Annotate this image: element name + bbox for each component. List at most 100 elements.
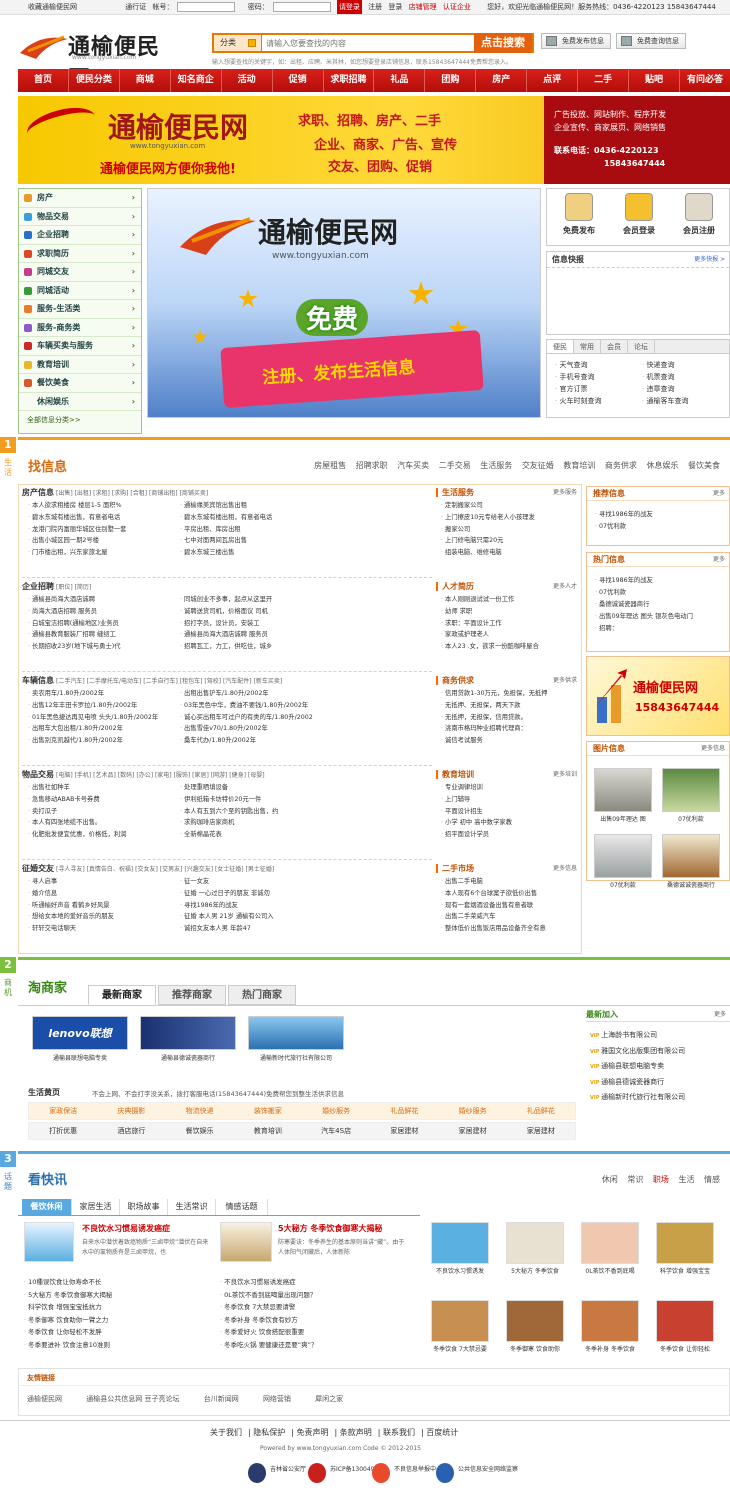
feature-title[interactable]: 不良饮水习惯易诱发癌症	[82, 1223, 170, 1234]
news-thumb[interactable]: 5大秘方 冬季饮食	[505, 1222, 565, 1275]
quick-link[interactable]: 天气查询	[555, 360, 642, 370]
category-item[interactable]: 房产 ›	[19, 189, 141, 208]
nav-item[interactable]: 点评	[527, 69, 579, 92]
free-post-action[interactable]: 免费发布	[549, 193, 609, 236]
category-item[interactable]: 服务-生活类 ›	[19, 300, 141, 319]
info-link[interactable]: 七中对面两间瓦房出售	[180, 535, 332, 547]
info-link[interactable]: 急售移动ABAB卡号券费	[28, 794, 180, 806]
info-link[interactable]: 碧水东城有楼出售，有意者电话	[28, 512, 180, 524]
info-link[interactable]: 出售社如种羊	[28, 782, 180, 794]
category-item[interactable]: 教育培训 ›	[19, 356, 141, 374]
info-link[interactable]: 求职：平面设计工作	[436, 618, 580, 630]
merchant-logo[interactable]: 通榆县德诚瓷器商行	[138, 1016, 238, 1062]
news-link[interactable]: 冬季要进补 饮食注意10准则	[24, 1339, 214, 1352]
info-link[interactable]: 搬家公司	[436, 524, 580, 536]
section-tab[interactable]: 情感	[704, 1175, 720, 1184]
info-link[interactable]: 家政或护理老人	[436, 629, 580, 641]
info-link[interactable]: 平房出租、库房出租	[180, 524, 332, 536]
news-thumb[interactable]: 科学饮食 增强宝宝	[655, 1222, 715, 1275]
info-link[interactable]: 寻找1986年的战友	[180, 900, 332, 912]
info-link[interactable]: 01年黑色捷达再见电喷 头头/1.80升/2002年	[28, 712, 180, 724]
more-link[interactable]: 更多	[713, 553, 725, 567]
news-thumb[interactable]: 冬季御寒 饮食助你	[505, 1300, 565, 1353]
more-link[interactable]: 更多	[713, 487, 725, 501]
info-link[interactable]: 出售小城区园一期2号楼	[28, 535, 180, 547]
category-item[interactable]: 车辆买卖与服务 ›	[19, 337, 141, 356]
merchant-link[interactable]: VIP 上海龄书有限公司	[590, 1028, 730, 1044]
yellow-page-link[interactable]: 酒店旅行	[97, 1123, 165, 1139]
nav-item[interactable]: 贴吧	[629, 69, 680, 92]
report-badge[interactable]: 不良信息举报中心	[370, 1461, 442, 1487]
section-tab[interactable]: 生活服务	[480, 461, 512, 470]
yellow-page-link[interactable]: 婚纱服务	[439, 1103, 507, 1119]
free-query-button[interactable]: 免费查询信息	[616, 33, 686, 49]
nav-item[interactable]: 首页	[18, 69, 69, 92]
section-tab[interactable]: 休闲	[602, 1175, 618, 1184]
info-link[interactable]: 征婚 本人男 21岁 通榆有公司入	[180, 911, 332, 923]
merchant-link[interactable]: VIP 通榆县德诚瓷器商行	[590, 1075, 730, 1091]
info-link[interactable]: 上门修电脑只需20元	[436, 535, 580, 547]
info-link[interactable]: 出售12年丰田卡罗拉/1.80升/2002年	[28, 700, 180, 712]
news-tab[interactable]: 家居生活	[72, 1199, 120, 1215]
news-thumb[interactable]: 0L茶饮不香到底喝	[580, 1222, 640, 1275]
member-register-action[interactable]: 会员注册	[669, 193, 729, 236]
info-link[interactable]: 招聘瓦工，力工，供吃住，城乡	[180, 641, 332, 653]
yellow-page-link[interactable]: 庆典摄影	[97, 1103, 165, 1119]
info-link[interactable]: 招聘：	[587, 623, 729, 635]
nav-item[interactable]: 促销	[273, 69, 324, 92]
news-tab[interactable]: 生活常识	[168, 1199, 216, 1215]
nav-item[interactable]: 团购	[425, 69, 477, 92]
info-link[interactable]: 上门擦皮10元专给老人小孩理发	[436, 512, 580, 524]
info-link[interactable]: 诚心买出租车可过户的有类的车/1.80升/2002	[180, 712, 332, 724]
info-link[interactable]: 全新棉晶花表	[180, 829, 332, 841]
quick-link[interactable]: 官方订票	[555, 384, 642, 394]
friend-link[interactable]: 犀闲之家	[315, 1395, 343, 1403]
nav-item[interactable]: 礼品	[374, 69, 426, 92]
site-logo[interactable]: 通榆便民网 www.tongyuxian.com	[18, 27, 178, 92]
yellow-page-link[interactable]: 打折优惠	[29, 1123, 97, 1139]
footer-link[interactable]: 隐私保护	[253, 1428, 285, 1437]
info-link[interactable]: 通榆缘美宾馆出售出租	[180, 500, 332, 512]
info-link[interactable]: 07优利款	[587, 521, 729, 533]
yellow-page-link[interactable]: 礼品鲜花	[370, 1103, 438, 1119]
info-link[interactable]: 龙港门院内富丽华城区住别墅一套	[28, 524, 180, 536]
picture-item[interactable]: 07优利款	[661, 768, 721, 823]
info-link[interactable]: 洮南市格玛种业招聘代理商：	[436, 723, 580, 735]
yellow-page-link[interactable]: 家居建材	[507, 1123, 575, 1139]
section-tab[interactable]: 职场	[653, 1175, 669, 1184]
quick-link[interactable]: 违章查询	[642, 384, 729, 394]
quick-link[interactable]: 快递查询	[642, 360, 729, 370]
news-link[interactable]: 冬季补身 冬季饮食有妙方	[220, 1314, 410, 1327]
category-item[interactable]: 同城交友 ›	[19, 263, 141, 282]
section-tab[interactable]: 汽车买卖	[397, 461, 429, 470]
favorite-link[interactable]: 收藏通榆便民网	[28, 0, 77, 14]
nav-item[interactable]: 房产	[476, 69, 528, 92]
shop-manage-link[interactable]: 店铺管理	[409, 0, 437, 14]
friend-link[interactable]: 台川新闻网	[204, 1395, 239, 1403]
picture-item[interactable]: 出售09年理达 图	[593, 768, 653, 823]
info-link[interactable]: 招打字员，设计员，安装工	[180, 618, 332, 630]
center-ad[interactable]: 通榆便民网 www.tongyuxian.com 免费 注册、发布生活信息	[147, 188, 541, 418]
footer-link[interactable]: 百度统计	[426, 1428, 458, 1437]
info-link[interactable]: 平面设计招生	[436, 806, 580, 818]
info-link[interactable]: 出租出售铲车/1.80升/2002年	[180, 688, 332, 700]
info-link[interactable]: 想给女本地的爱好音乐的朋友	[28, 911, 180, 923]
footer-link[interactable]: 关于我们	[210, 1428, 242, 1437]
info-link[interactable]: 听通榆好声音 看鹤乡好风景	[28, 900, 180, 912]
info-link[interactable]: 化肥批发便宜优惠，价格低，利润	[28, 829, 180, 841]
info-link[interactable]: 诚信考试服务	[436, 735, 580, 747]
search-input[interactable]	[266, 36, 476, 50]
news-thumb[interactable]: 冬季饮食 7大禁忌要	[430, 1300, 490, 1353]
category-item[interactable]: 休闲娱乐 ›	[19, 393, 141, 411]
info-link[interactable]: 卖打瓜子	[28, 806, 180, 818]
info-link[interactable]: 本人刚刚退试试一份工作	[436, 594, 580, 606]
yellow-page-link[interactable]: 教育培训	[234, 1123, 302, 1139]
feature-image[interactable]	[24, 1222, 74, 1262]
info-link[interactable]: 本人欲求租楼房 楼层1-5 面积%	[28, 500, 180, 512]
police-badge[interactable]: 吉林省公安厅	[246, 1461, 306, 1487]
nav-item[interactable]: 商城	[120, 69, 171, 92]
more-link[interactable]: 更多人才	[553, 580, 577, 594]
info-link[interactable]: 通榆县教育服装厂招聘 缝纫工	[28, 629, 180, 641]
nav-item[interactable]: 活动	[222, 69, 273, 92]
info-link[interactable]: 招平面设计学员	[436, 829, 580, 841]
